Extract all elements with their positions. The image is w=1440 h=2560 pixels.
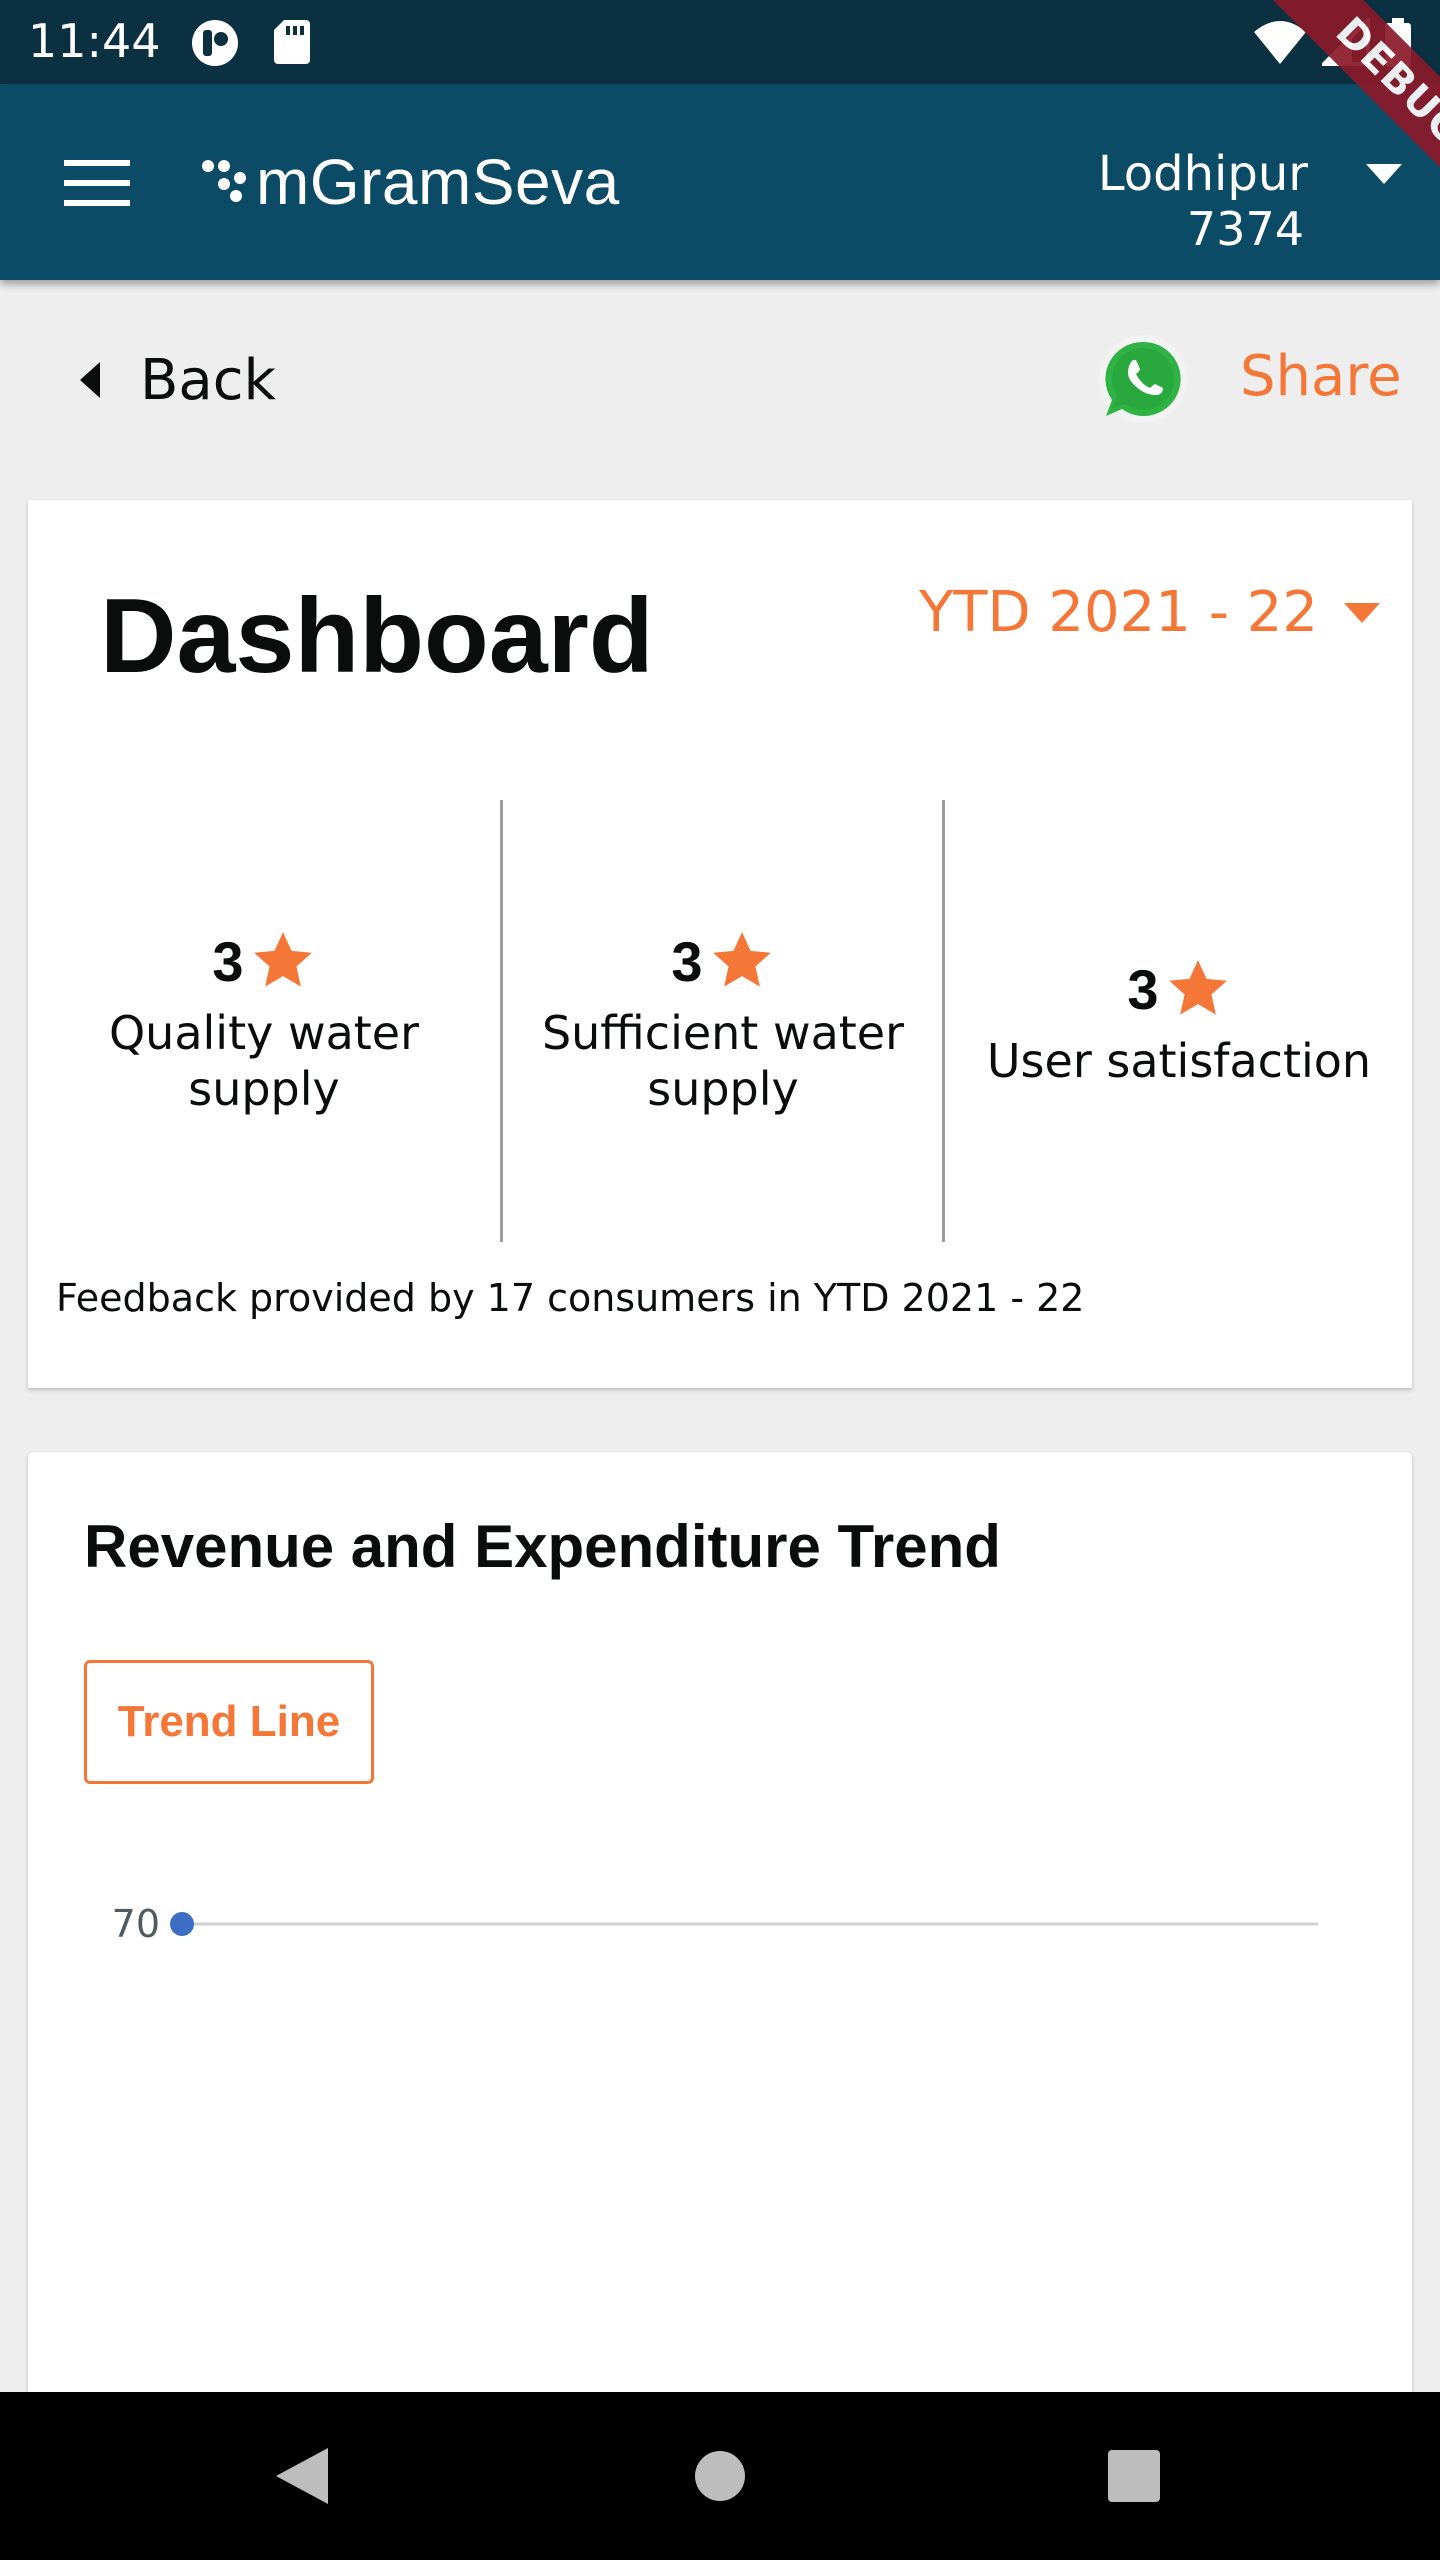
caret-down-icon bbox=[1366, 164, 1402, 184]
trend-line-button[interactable]: Trend Line bbox=[84, 1660, 374, 1784]
dashboard-card: Dashboard YTD 2021 - 22 3 Quality water … bbox=[28, 500, 1412, 1388]
wifi-icon bbox=[1254, 21, 1306, 64]
trend-line-label: Trend Line bbox=[117, 1697, 341, 1746]
period-label: YTD 2021 - 22 bbox=[919, 580, 1318, 645]
y-tick-label: 70 bbox=[112, 1902, 160, 1946]
rating-score: 3 bbox=[212, 929, 244, 993]
back-arrow-icon bbox=[80, 362, 100, 398]
location-name: Lodhipur bbox=[1097, 146, 1308, 202]
trend-chart: 70 bbox=[112, 1902, 1318, 1946]
battery-icon bbox=[1385, 18, 1411, 67]
rating-label: User satisfaction bbox=[986, 1034, 1372, 1088]
nav-back-icon[interactable] bbox=[272, 2444, 336, 2508]
sd-card-icon bbox=[274, 20, 310, 64]
rating-score: 3 bbox=[671, 929, 703, 993]
rating-label: Sufficient water supply bbox=[541, 1006, 905, 1116]
rating-score: 3 bbox=[1127, 957, 1159, 1021]
nav-recent-icon[interactable] bbox=[1102, 2444, 1166, 2508]
status-time: 11:44 bbox=[28, 14, 161, 68]
score-row: 3 bbox=[1127, 953, 1230, 1025]
score-row: 3 bbox=[671, 925, 774, 997]
period-dropdown[interactable]: YTD 2021 - 22 bbox=[919, 580, 1380, 645]
divider bbox=[942, 800, 945, 1242]
app-bar: mGramSeva Lodhipur 7374 bbox=[0, 84, 1440, 280]
app-logo: mGramSeva bbox=[200, 142, 620, 222]
status-bar: 11:44 bbox=[0, 0, 1440, 84]
logo-text: mGramSeva bbox=[256, 146, 620, 218]
back-button[interactable]: Back bbox=[80, 340, 276, 420]
star-icon bbox=[253, 932, 312, 987]
logo-mark-icon bbox=[202, 160, 246, 202]
location-code: 7374 bbox=[1186, 202, 1304, 256]
rating-quality: 3 Quality water supply bbox=[28, 800, 500, 1242]
share-button[interactable]: Share bbox=[1240, 344, 1402, 409]
feedback-note: Feedback provided by 17 consumers in YTD… bbox=[56, 1276, 1085, 1320]
caret-down-icon bbox=[1344, 602, 1380, 623]
back-label: Back bbox=[140, 347, 276, 413]
chart-point[interactable] bbox=[170, 1912, 194, 1936]
trend-title: Revenue and Expenditure Trend bbox=[84, 1513, 1001, 1580]
score-row: 3 bbox=[212, 925, 315, 997]
signal-icon bbox=[1322, 18, 1370, 66]
menu-icon[interactable] bbox=[64, 156, 130, 210]
record-icon bbox=[192, 20, 238, 66]
ratings-row: 3 Quality water supply 3 Sufficient wate… bbox=[28, 800, 1412, 1242]
whatsapp-icon[interactable] bbox=[1098, 334, 1188, 424]
star-icon bbox=[712, 932, 771, 987]
trend-card: Revenue and Expenditure Trend Trend Line… bbox=[28, 1452, 1412, 2392]
nav-home-icon[interactable] bbox=[688, 2444, 752, 2508]
location-selector[interactable]: Lodhipur 7374 bbox=[1098, 146, 1404, 266]
page-title: Dashboard bbox=[100, 577, 654, 695]
rating-label: Quality water supply bbox=[108, 1006, 420, 1116]
system-nav-bar bbox=[0, 2392, 1440, 2560]
rating-satisfaction: 3 User satisfaction bbox=[946, 800, 1412, 1242]
star-icon bbox=[1168, 960, 1227, 1015]
rating-sufficiency: 3 Sufficient water supply bbox=[502, 800, 944, 1242]
